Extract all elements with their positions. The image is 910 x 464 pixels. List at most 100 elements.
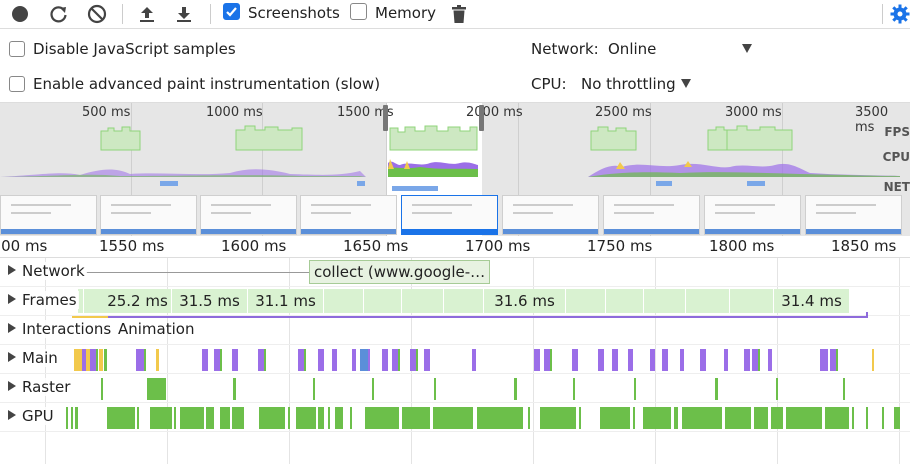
expand-triangle-icon (8, 381, 16, 391)
raster-track-header[interactable]: Raster (8, 378, 73, 396)
clear-button[interactable] (86, 3, 108, 25)
frame-bar[interactable]: 25.2 ms (84, 289, 172, 313)
frame-duration-label: 31.5 ms (179, 292, 240, 310)
advanced-paint-label: Enable advanced paint instrumentation (s… (33, 75, 381, 93)
frames-track-label: Frames (22, 291, 77, 309)
screenshots-checkbox[interactable] (223, 3, 240, 20)
screenshot-thumbnail[interactable] (0, 195, 97, 235)
interactions-track-label: Interactions (22, 320, 112, 338)
cpu-throttle-value: No throttling (581, 75, 676, 93)
frame-duration-label: 31.1 ms (255, 292, 316, 310)
frame-bar[interactable] (686, 289, 730, 313)
capture-settings-panel: Disable JavaScript samples Enable advanc… (0, 29, 910, 103)
gear-icon (890, 4, 910, 24)
frame-bar[interactable] (566, 289, 606, 313)
animation-end-marker (866, 312, 868, 318)
frame-bar[interactable] (730, 289, 774, 313)
network-track[interactable]: collect (www.google-… Network (0, 258, 910, 287)
gpu-track-label: GPU (22, 407, 54, 425)
network-throttle-select[interactable]: Online (602, 35, 762, 63)
gpu-track[interactable]: GPU (0, 403, 910, 432)
frame-bar[interactable] (444, 289, 484, 313)
record-button[interactable] (9, 3, 31, 25)
ruler-tick: 1650 ms (343, 237, 409, 255)
disable-js-samples-checkbox[interactable] (9, 41, 25, 57)
network-request-bar[interactable]: collect (www.google-… (309, 260, 490, 284)
main-track-label: Main (22, 349, 58, 367)
main-thread-activity (74, 349, 874, 371)
frames-track[interactable]: 25.2 ms 31.5 ms 31.1 ms 31.6 ms 31.4 ms … (0, 287, 910, 316)
chevron-down-icon (742, 44, 752, 53)
raster-activity (101, 378, 845, 400)
frame-bar[interactable]: 31.6 ms (484, 289, 566, 313)
ruler-tick: 1500 ms (0, 237, 48, 255)
record-icon (12, 6, 28, 22)
frame-bar[interactable]: 31.5 ms (172, 289, 248, 313)
overview-left-handle[interactable] (383, 105, 388, 131)
chevron-down-icon (681, 79, 691, 88)
animation-bar[interactable] (72, 316, 868, 318)
frame-bar[interactable]: 31.4 ms (774, 289, 850, 313)
interactions-track-header[interactable]: Interactions (8, 320, 114, 338)
save-profile-button[interactable] (173, 3, 195, 25)
toolbar-divider (210, 4, 211, 24)
frame-bar[interactable] (324, 289, 364, 313)
ruler-tick: 1600 ms (221, 237, 287, 255)
delete-button[interactable] (448, 3, 470, 25)
interactions-track[interactable]: Interactions Animation (0, 312, 910, 345)
screenshot-thumbnail[interactable] (704, 195, 801, 235)
raster-track[interactable]: Raster (0, 374, 910, 403)
frame-bar[interactable] (606, 289, 644, 313)
main-track-header[interactable]: Main (8, 349, 60, 367)
animation-label: Animation (118, 320, 195, 338)
screenshot-thumbnail[interactable] (200, 195, 297, 235)
cpu-throttle-select[interactable]: No throttling (575, 70, 700, 98)
cpu-throttle-label: CPU: (531, 75, 567, 93)
load-profile-button[interactable] (136, 3, 158, 25)
animation-start-marker (72, 316, 108, 318)
flame-chart[interactable]: collect (www.google-… Network 25.2 ms 31… (0, 258, 910, 464)
advanced-paint-checkbox[interactable] (9, 76, 25, 92)
expand-triangle-icon (8, 323, 16, 333)
time-ruler: 1500 ms 1550 ms 1600 ms 1650 ms 1700 ms … (0, 236, 910, 258)
frame-bar[interactable]: 31.1 ms (248, 289, 324, 313)
screenshots-label: Screenshots (248, 4, 340, 22)
screenshot-thumbnail[interactable] (300, 195, 397, 235)
expand-triangle-icon (8, 294, 16, 304)
gpu-track-header[interactable]: GPU (8, 407, 56, 425)
clear-icon (87, 4, 107, 24)
screenshot-thumbnail[interactable] (401, 195, 498, 235)
ruler-tick: 1700 ms (465, 237, 531, 255)
screenshot-thumbnail[interactable] (805, 195, 902, 235)
expand-triangle-icon (8, 265, 16, 275)
network-throttle-label: Network: (531, 40, 599, 58)
toolbar-divider (882, 4, 883, 24)
trash-icon (452, 5, 466, 23)
main-thread-track[interactable]: Main (0, 345, 910, 374)
network-track-label: Network (22, 262, 85, 280)
capture-settings-button[interactable] (889, 3, 910, 25)
frame-duration-label: 31.6 ms (494, 292, 555, 310)
frame-bar[interactable] (364, 289, 402, 313)
overview-right-handle[interactable] (479, 105, 484, 131)
reload-button[interactable] (48, 3, 70, 25)
memory-checkbox[interactable] (350, 3, 367, 20)
frames-track-header[interactable]: Frames (8, 291, 79, 309)
network-request-wait-line (86, 272, 310, 273)
ruler-tick: 1550 ms (99, 237, 165, 255)
network-track-header[interactable]: Network (8, 262, 87, 280)
frame-bar[interactable] (644, 289, 686, 313)
ruler-tick: 1800 ms (709, 237, 775, 255)
screenshot-thumbnail[interactable] (100, 195, 197, 235)
screenshot-thumbnail[interactable] (603, 195, 700, 235)
expand-triangle-icon (8, 352, 16, 362)
screenshot-thumbnail[interactable] (502, 195, 599, 235)
expand-triangle-icon (8, 410, 16, 420)
download-icon (177, 7, 191, 22)
toolbar-divider (122, 4, 123, 24)
memory-label: Memory (375, 4, 437, 22)
ruler-tick: 1750 ms (587, 237, 653, 255)
disable-js-samples-label: Disable JavaScript samples (33, 40, 236, 58)
frame-bar[interactable] (402, 289, 444, 313)
timeline-overview[interactable]: 500 ms 1000 ms 1500 ms 2000 ms 2500 ms 3… (0, 103, 910, 236)
